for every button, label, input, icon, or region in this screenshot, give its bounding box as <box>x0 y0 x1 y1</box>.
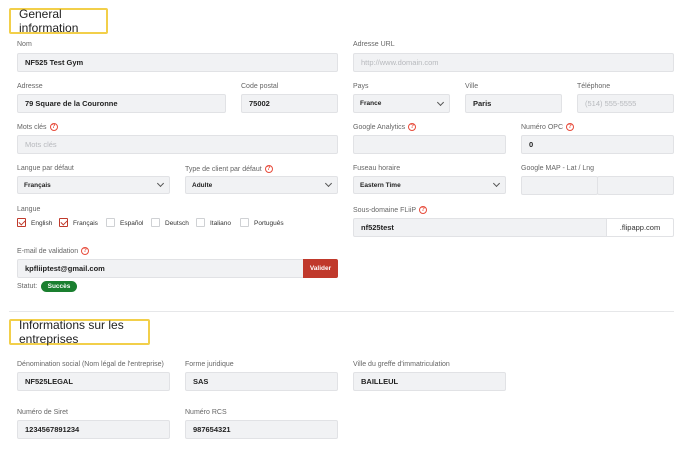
siret-input[interactable]: 1234567891234 <box>17 420 170 439</box>
type-client-label-text: Type de client par défaut <box>185 165 262 173</box>
greffe-input[interactable]: BAILLEUL <box>353 372 506 391</box>
google-analytics-label-text: Google Analytics <box>353 123 406 131</box>
nom-label: Nom <box>17 41 32 48</box>
rcs-label: Numéro RCS <box>185 409 227 416</box>
forme-juridique-input[interactable]: SAS <box>185 372 338 391</box>
sous-domaine-label: Sous-domaine FLiiP ? <box>353 206 428 214</box>
checkbox-francais[interactable] <box>59 218 68 227</box>
chevron-down-icon <box>492 179 501 188</box>
telephone-label: Téléphone <box>577 83 611 90</box>
general-information-title: General information <box>9 7 108 35</box>
google-analytics-label: Google Analytics ? <box>353 123 417 131</box>
numero-opc-input[interactable]: 0 <box>521 135 674 154</box>
mots-cles-label-text: Mots clés <box>17 123 47 131</box>
pays-value: France <box>360 100 382 107</box>
code-postal-input[interactable]: 75002 <box>241 94 338 113</box>
entreprises-title: Informations sur les entreprises <box>9 318 150 346</box>
forme-juridique-label: Forme juridique <box>185 361 234 368</box>
help-icon[interactable]: ? <box>264 165 273 173</box>
chevron-down-icon <box>436 98 445 106</box>
ville-input[interactable]: Paris <box>465 94 562 113</box>
sous-domaine-label-text: Sous-domaine FLiiP <box>353 206 417 214</box>
langue-defaut-label: Langue par défaut <box>17 165 74 172</box>
denomination-input[interactable]: NF525LEGAL <box>17 372 170 391</box>
valider-button[interactable]: Valider <box>303 259 338 278</box>
checkbox-label-portugues: Português <box>254 220 284 227</box>
checkbox-espanol[interactable] <box>106 218 115 227</box>
help-icon[interactable]: ? <box>49 123 58 131</box>
adresse-input[interactable]: 79 Square de la Couronne <box>17 94 226 113</box>
help-icon[interactable]: ? <box>566 123 575 131</box>
checkbox-label-francais: Français <box>73 220 98 227</box>
langue-defaut-value: Français <box>24 181 51 189</box>
pays-select[interactable]: France <box>353 94 450 113</box>
chevron-down-icon <box>156 179 165 188</box>
fuseau-label: Fuseau horaire <box>353 165 401 172</box>
help-icon[interactable]: ? <box>81 247 90 255</box>
mots-cles-input[interactable]: Mots clés <box>17 135 338 154</box>
checkbox-italiano[interactable] <box>196 218 205 227</box>
type-client-label: Type de client par défaut ? <box>185 165 273 173</box>
checkbox-portugues[interactable] <box>240 218 249 227</box>
rcs-input[interactable]: 987654321 <box>185 420 338 439</box>
siret-label: Numéro de Siret <box>17 409 68 416</box>
email-validation-label: E-mail de validation ? <box>17 247 90 255</box>
adresse-label: Adresse <box>17 83 43 90</box>
google-map-label: Google MAP - Lat / Lng <box>521 165 595 172</box>
greffe-label: Ville du greffe d'immatriculation <box>353 361 450 368</box>
google-analytics-input[interactable] <box>353 135 506 154</box>
type-client-select[interactable]: Adulte <box>185 176 338 194</box>
numero-opc-label: Numéro OPC ? <box>521 123 575 131</box>
help-icon[interactable]: ? <box>419 206 428 214</box>
type-client-value: Adulte <box>192 181 213 189</box>
email-validation-input[interactable]: kpfliiptest@gmail.com <box>17 259 304 278</box>
code-postal-label: Code postal <box>241 83 279 90</box>
url-label: Adresse URL <box>353 41 395 48</box>
denomination-label: Dénomination social (Nom légal de l'entr… <box>17 361 164 368</box>
checkbox-label-italiano: Italiano <box>210 220 231 227</box>
langue-label: Langue <box>17 206 41 213</box>
map-lat-input[interactable] <box>521 176 598 195</box>
langue-defaut-select[interactable]: Français <box>17 176 170 194</box>
checkbox-deutsch[interactable] <box>151 218 160 227</box>
numero-opc-label-text: Numéro OPC <box>521 123 564 131</box>
map-lng-input[interactable] <box>597 176 674 195</box>
fuseau-value: Eastern Time <box>360 181 401 189</box>
mots-cles-label: Mots clés ? <box>17 123 58 131</box>
status-badge: Succès <box>41 281 77 292</box>
checkbox-label-deutsch: Deutsch <box>165 220 189 227</box>
checkbox-label-english: English <box>31 220 53 227</box>
help-icon[interactable]: ? <box>408 123 417 131</box>
chevron-down-icon <box>324 179 333 188</box>
ville-label: Ville <box>465 83 479 90</box>
section-title-text: General information <box>19 7 79 35</box>
section-title-text: Informations sur les entreprises <box>19 318 124 346</box>
section-divider <box>9 311 674 312</box>
sous-domaine-suffix: .flipapp.com <box>606 218 674 237</box>
fuseau-select[interactable]: Eastern Time <box>353 176 506 194</box>
checkbox-label-espanol: Español <box>120 220 144 227</box>
pays-label: Pays <box>353 83 369 90</box>
telephone-input[interactable]: (514) 555-5555 <box>577 94 674 113</box>
url-input[interactable]: http://www.domain.com <box>353 53 674 72</box>
email-validation-label-text: E-mail de validation <box>17 247 79 255</box>
nom-input[interactable]: NF525 Test Gym <box>17 53 338 72</box>
checkbox-english[interactable] <box>17 218 26 227</box>
statut-label: Statut: <box>17 283 38 290</box>
sous-domaine-input[interactable]: nf525test <box>353 218 607 237</box>
